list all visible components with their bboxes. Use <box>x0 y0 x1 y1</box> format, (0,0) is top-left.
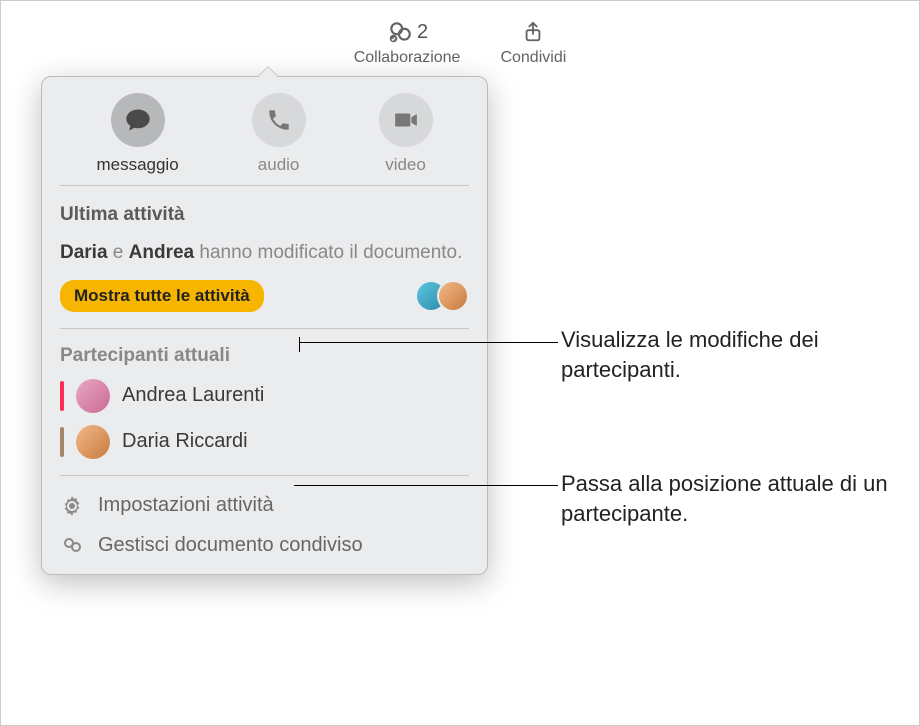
participant-row[interactable]: Daria Riccardi <box>60 425 469 459</box>
video-label: video <box>385 155 426 175</box>
manage-shared-doc-button[interactable]: Gestisci documento condiviso <box>60 534 469 558</box>
show-all-activity-button[interactable]: Mostra tutte le attività <box>60 280 264 312</box>
callout-leader <box>299 337 300 352</box>
action-list: Impostazioni attività Gestisci documento… <box>60 494 469 558</box>
activity-name1: Daria <box>60 242 108 263</box>
collab-button[interactable]: 2 Collaborazione <box>354 19 461 67</box>
participant-list: Andrea Laurenti Daria Riccardi <box>60 379 469 476</box>
people-icon <box>60 534 84 558</box>
share-label: Condividi <box>500 49 566 67</box>
message-button[interactable]: messaggio <box>96 93 178 175</box>
callout-leader <box>294 485 558 486</box>
video-button[interactable]: video <box>379 93 433 175</box>
phone-icon <box>266 107 292 133</box>
participants-title: Partecipanti attuali <box>60 345 469 367</box>
audio-button[interactable]: audio <box>252 93 306 175</box>
message-label: messaggio <box>96 155 178 175</box>
activity-avatars <box>415 280 469 312</box>
share-button[interactable]: Condividi <box>500 19 566 67</box>
share-icon <box>519 19 547 45</box>
avatar <box>437 280 469 312</box>
callout-text: Visualizza le modifiche dei partecipanti… <box>561 325 901 384</box>
audio-label: audio <box>258 155 300 175</box>
collab-popover: messaggio audio video Ultima attività Da… <box>41 76 488 575</box>
activity-name2: Andrea <box>129 242 194 263</box>
collab-icon <box>386 19 414 45</box>
video-icon <box>391 107 421 133</box>
collab-label: Collaborazione <box>354 49 461 67</box>
action-label: Impostazioni attività <box>98 494 274 517</box>
callout-leader <box>300 342 558 343</box>
callout-text: Passa alla posizione attuale di un parte… <box>561 469 913 528</box>
gear-clock-icon <box>60 494 84 518</box>
collab-count: 2 <box>417 21 428 44</box>
topbar: 2 Collaborazione Condividi <box>1 19 919 67</box>
communication-row: messaggio audio video <box>60 87 469 186</box>
latest-activity-title: Ultima attività <box>60 204 469 226</box>
participant-row[interactable]: Andrea Laurenti <box>60 379 469 413</box>
participant-name: Daria Riccardi <box>122 430 248 453</box>
activity-settings-button[interactable]: Impostazioni attività <box>60 494 469 518</box>
presence-color <box>60 427 64 457</box>
show-all-row: Mostra tutte le attività <box>60 280 469 329</box>
avatar <box>76 425 110 459</box>
message-icon <box>124 106 152 134</box>
avatar <box>76 379 110 413</box>
presence-color <box>60 381 64 411</box>
participant-name: Andrea Laurenti <box>122 384 264 407</box>
action-label: Gestisci documento condiviso <box>98 534 363 557</box>
activity-text: Daria e Andrea hanno modificato il docum… <box>60 240 469 266</box>
